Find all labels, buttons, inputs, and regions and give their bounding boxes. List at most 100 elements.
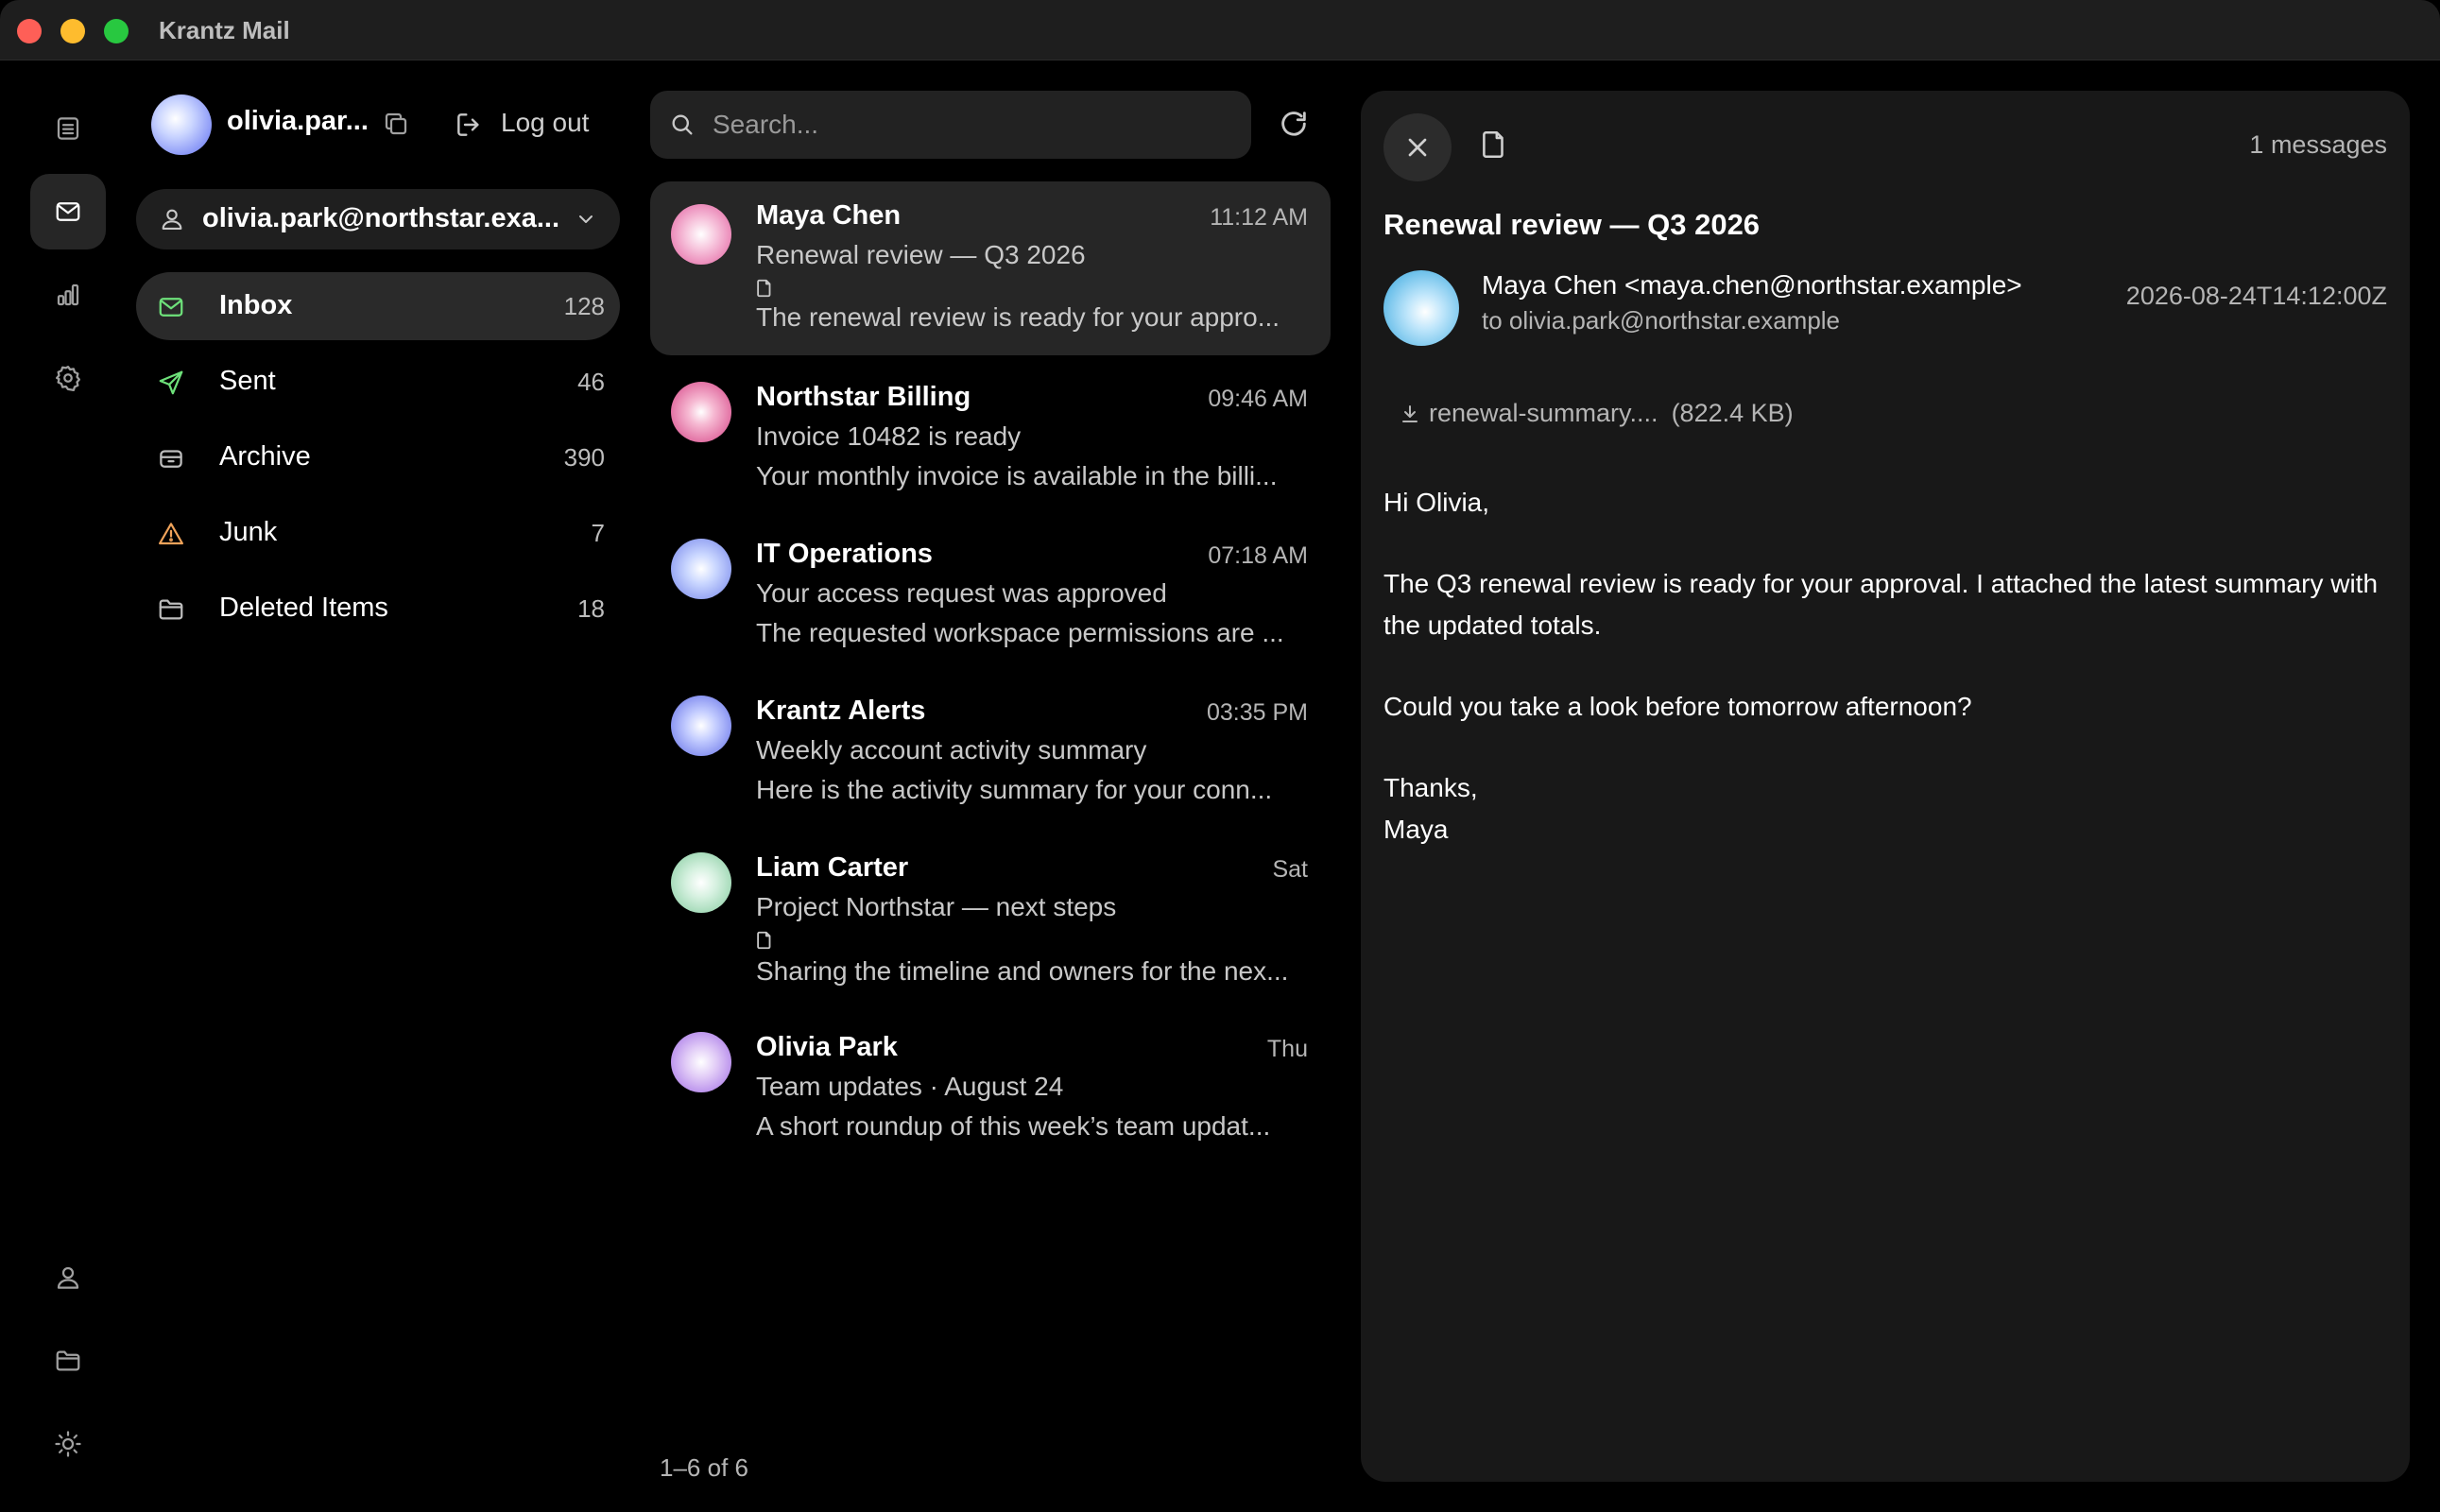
message-time: 11:12 AM <box>1210 204 1308 231</box>
reading-pane: 1 messages Renewal review — Q3 2026 Maya… <box>1361 91 2410 1482</box>
refresh-button[interactable] <box>1278 108 1310 140</box>
message-preview: Your monthly invoice is available in the… <box>756 461 1278 490</box>
message-subject: Your access request was approved <box>756 578 1167 608</box>
search-icon <box>672 114 693 135</box>
message-list-item[interactable]: Maya Chen 11:12 AM Renewal review — Q3 202… <box>650 181 1331 355</box>
folder-item-sent[interactable]: Sent 46 <box>136 348 620 416</box>
message-subject: Weekly account activity summary <box>756 735 1147 765</box>
refresh-icon <box>1281 112 1306 136</box>
message-time: 07:18 AM <box>1208 542 1308 569</box>
rail-settings-button[interactable] <box>30 340 106 416</box>
folder-count: 18 <box>577 594 605 623</box>
document-icon <box>1483 130 1504 159</box>
search-box[interactable] <box>650 91 1251 159</box>
message-time: Thu <box>1266 1036 1308 1062</box>
message-list-item[interactable]: IT Operations 07:18 AM Your access request… <box>650 527 1331 656</box>
sender-avatar <box>1383 270 1459 346</box>
mail-icon <box>159 298 183 317</box>
rail-contacts-button[interactable] <box>30 1240 106 1315</box>
folder-label: Sent <box>219 366 276 396</box>
user-display-name: olivia.par... <box>227 106 369 136</box>
bar-chart-icon <box>57 284 79 306</box>
account-selector[interactable]: olivia.park@northstar.exa... <box>136 189 620 249</box>
message-body: Hi Olivia, The Q3 renewal review is read… <box>1383 482 2385 850</box>
person-icon <box>162 209 182 230</box>
folder-count: 7 <box>591 519 605 547</box>
close-reader-button[interactable] <box>1383 113 1452 181</box>
window-title: Krantz Mail <box>159 16 290 44</box>
message-list-item[interactable]: Krantz Alerts 03:35 PM Weekly account acti… <box>650 684 1331 813</box>
sender-avatar <box>671 852 731 913</box>
folder-count: 390 <box>563 443 605 472</box>
reader-from: Maya Chen <maya.chen@northstar.example> <box>1482 270 2022 300</box>
attachment-size: (822.4 KB) <box>1671 399 1794 427</box>
rail-stats-button[interactable] <box>30 257 106 333</box>
mail-icon <box>56 202 80 221</box>
pagination-text: 1–6 of 6 <box>660 1453 748 1482</box>
sun-icon <box>55 1431 81 1457</box>
message-subject: Project Northstar — next steps <box>756 892 1117 921</box>
rail-files-button[interactable] <box>30 1323 106 1399</box>
message-preview: A short roundup of this week’s team upda… <box>756 1111 1271 1141</box>
rail-theme-button[interactable] <box>30 1406 106 1482</box>
body-greeting: Hi Olivia, <box>1383 488 1490 517</box>
archive-icon <box>160 450 182 468</box>
message-sender: Maya Chen <box>756 200 902 231</box>
folder-label: Archive <box>219 441 311 472</box>
zoom-window-button[interactable] <box>104 19 129 43</box>
logout-icon <box>457 113 479 136</box>
app-window: Krantz Mail olivia.par... Log out olivia… <box>0 0 2440 1512</box>
sender-avatar <box>671 539 731 599</box>
message-sender: Northstar Billing <box>756 382 971 412</box>
reader-subject: Renewal review — Q3 2026 <box>1383 208 1761 241</box>
body-signoff: Thanks, <box>1383 773 1478 802</box>
list-icon <box>57 117 79 140</box>
sender-avatar <box>671 382 731 442</box>
sender-avatar <box>671 696 731 756</box>
person-icon <box>57 1266 79 1289</box>
message-list-item[interactable]: Liam Carter Sat Project Northstar — next s… <box>650 841 1331 1009</box>
message-preview: The renewal review is ready for your app… <box>756 302 1280 332</box>
message-list-item[interactable]: Northstar Billing 09:46 AM Invoice 10482 i… <box>650 370 1331 499</box>
attachment-link[interactable]: renewal-summary.... (822.4 KB) <box>1399 399 1794 428</box>
send-icon <box>159 370 183 395</box>
folder-item-deleted-items[interactable]: Deleted Items 18 <box>136 575 620 643</box>
message-sender: Liam Carter <box>756 852 909 883</box>
message-sender: Olivia Park <box>756 1032 898 1062</box>
rail-mail-button[interactable] <box>30 174 106 249</box>
gear-icon <box>56 366 80 391</box>
folder-icon <box>56 1350 80 1371</box>
reader-date: 2026-08-24T14:12:00Z <box>2125 282 2387 310</box>
body-signature: Maya <box>1383 815 1449 844</box>
message-preview: The requested workspace permissions are … <box>756 618 1284 647</box>
warning-icon <box>159 523 183 545</box>
folder-item-inbox[interactable]: Inbox 128 <box>136 272 620 340</box>
message-list-item[interactable]: Olivia Park Thu Team updates · August 24 A … <box>650 1021 1331 1149</box>
message-sender: Krantz Alerts <box>756 696 926 726</box>
message-subject: Team updates · August 24 <box>756 1072 1064 1101</box>
message-time: Sat <box>1272 856 1308 883</box>
logout-label: Log out <box>501 108 590 137</box>
account-selector-value: olivia.park@northstar.exa... <box>202 203 560 233</box>
logout-button[interactable]: Log out <box>452 104 593 146</box>
folder-icon <box>159 599 183 620</box>
attachment-icon <box>757 931 771 950</box>
search-input[interactable] <box>711 100 1221 149</box>
minimize-window-button[interactable] <box>60 19 85 43</box>
sender-avatar <box>671 204 731 265</box>
user-avatar[interactable] <box>151 94 212 155</box>
message-subject: Renewal review — Q3 2026 <box>756 240 1086 269</box>
document-button[interactable] <box>1478 129 1510 161</box>
title-bar: Krantz Mail <box>0 0 2440 60</box>
attachment-name: renewal-summary.... <box>1429 399 1658 427</box>
rail-list-button[interactable] <box>30 91 106 166</box>
copy-icon[interactable] <box>382 110 410 138</box>
reader-to: to olivia.park@northstar.example <box>1482 306 1841 335</box>
folder-item-archive[interactable]: Archive 390 <box>136 423 620 491</box>
sender-avatar <box>671 1032 731 1092</box>
folder-count: 46 <box>577 368 605 396</box>
close-window-button[interactable] <box>17 19 42 43</box>
folder-label: Inbox <box>219 290 293 320</box>
body-paragraph: The Q3 renewal review is ready for your … <box>1383 569 2379 640</box>
folder-item-junk[interactable]: Junk 7 <box>136 499 620 567</box>
